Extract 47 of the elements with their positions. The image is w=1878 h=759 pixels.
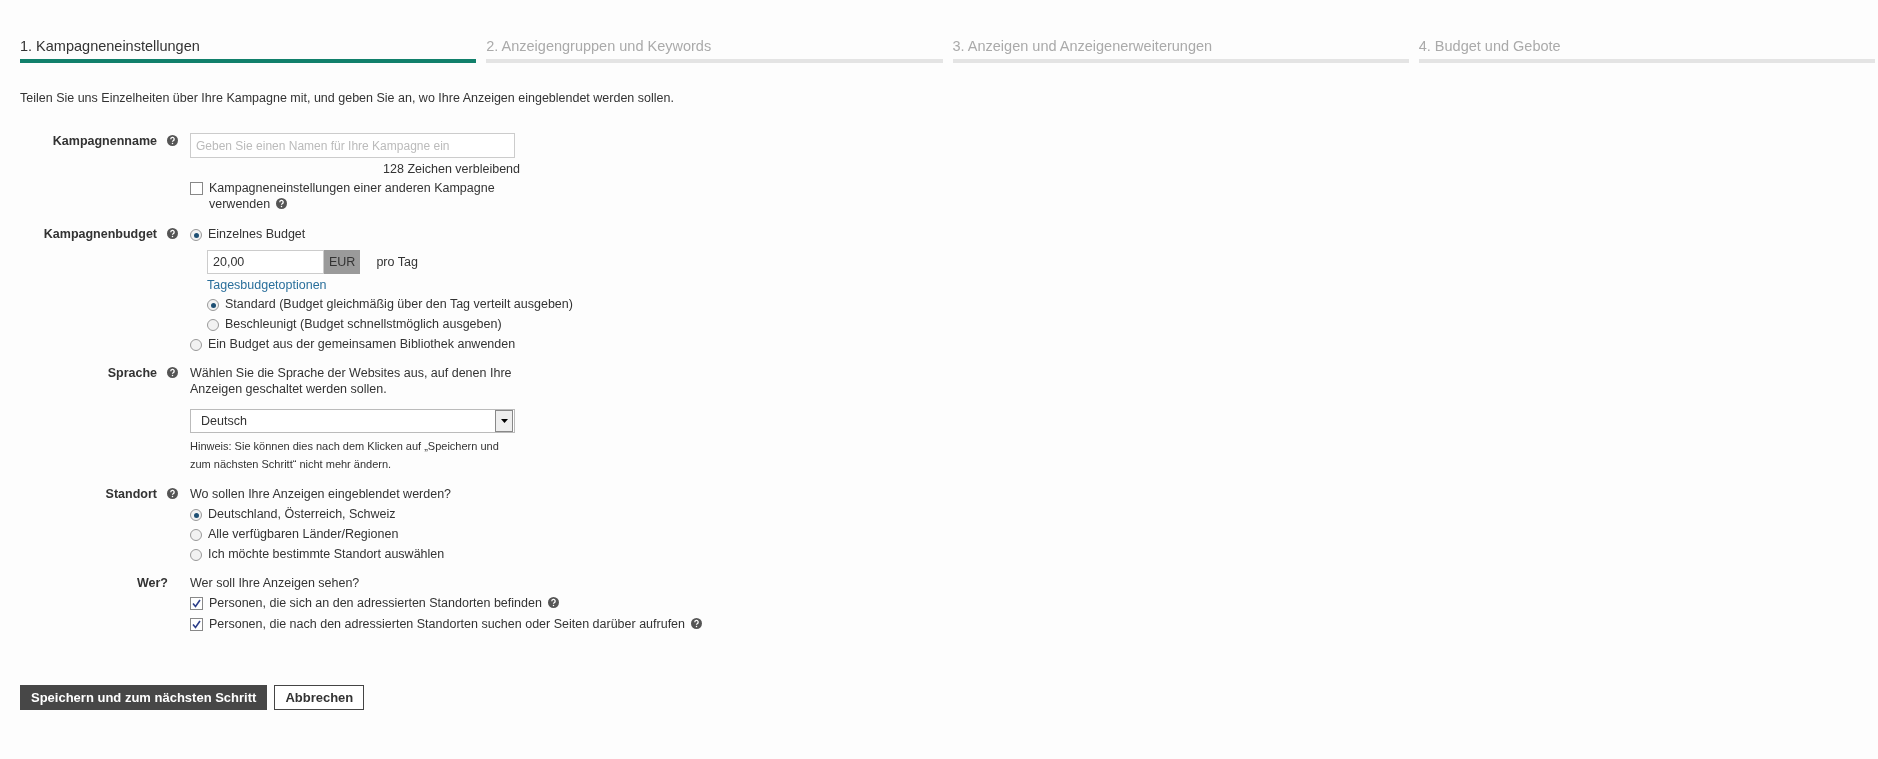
radio-button[interactable]: [207, 299, 219, 311]
field-label: Sprache: [107, 365, 157, 381]
checkbox-label: Personen, die nach den adressierten Standorten suchen oder Seiten darüber aufrufen: [209, 616, 703, 633]
question-text: Wer soll Ihre Anzeigen sehen?: [190, 575, 360, 591]
radio-label: Alle verfügbaren Länder/Regionen: [208, 526, 399, 542]
checkbox-label: Kampagneneinstellungen einer anderen Kampagne verwenden: [209, 180, 496, 213]
currency-label: EUR: [324, 250, 361, 274]
budget-input[interactable]: 20,00: [207, 250, 324, 274]
radio-label: Standard (Budget gleichmäßig über den Tag verteilt ausgeben): [225, 296, 573, 312]
help-icon[interactable]: [167, 488, 178, 499]
radio-button[interactable]: [190, 229, 202, 241]
checkbox[interactable]: [190, 597, 203, 610]
language-dropdown[interactable]: Deutsch: [190, 409, 515, 433]
checkbox[interactable]: [190, 182, 203, 195]
question-text: Wo sollen Ihre Anzeigen eingeblendet werden?: [190, 486, 452, 502]
field-label: Standort: [105, 486, 157, 502]
step-tab[interactable]: 1. Kampagneneinstellungen: [20, 36, 477, 63]
question-text: Wählen Sie die Sprache der Websites aus, auf denen Ihre Anzeigen geschaltet werden sollen.: [190, 365, 513, 397]
cancel-button[interactable]: Abbrechen: [274, 685, 365, 710]
per-day-text: pro Tag: [376, 254, 418, 270]
radio-label: Ich möchte bestimmte Standort auswählen: [208, 546, 445, 562]
help-icon[interactable]: [547, 597, 559, 608]
radio-button[interactable]: [190, 509, 202, 521]
radio-button[interactable]: [190, 549, 202, 561]
help-icon[interactable]: [167, 135, 178, 146]
character-counter: 128 Zeichen verbleibend: [383, 162, 520, 176]
radio-button[interactable]: [207, 319, 219, 331]
campaign-name-input[interactable]: Geben Sie einen Namen für Ihre Kampagne ein: [190, 133, 515, 158]
help-icon[interactable]: [167, 367, 178, 378]
checkbox[interactable]: [190, 618, 203, 631]
field-label: Kampagnenname: [52, 133, 157, 149]
radio-button[interactable]: [190, 529, 202, 541]
field-label: Wer?: [136, 575, 168, 591]
radio-label: Beschleunigt (Budget schnellstmöglich ausgeben): [225, 316, 502, 332]
help-icon[interactable]: [167, 228, 178, 239]
hint-text: Hinweis: Sie können dies nach dem Klicken auf „Speichern und zum nächsten Schritt“ nicht mehr ändern.: [190, 439, 500, 472]
radio-label: Ein Budget aus der gemeinsamen Bibliothek anwenden: [208, 336, 516, 352]
field-label: Kampagnenbudget: [43, 226, 157, 242]
help-icon[interactable]: [691, 618, 703, 629]
save-button[interactable]: Speichern und zum nächsten Schritt: [20, 685, 268, 710]
radio-label: Einzelnes Budget: [208, 226, 306, 242]
daily-budget-options-link[interactable]: Tagesbudgetoptionen: [207, 278, 327, 292]
checkbox-label: Personen, die sich an den adressierten Standorten befinden: [209, 595, 559, 612]
help-icon[interactable]: [276, 198, 288, 209]
radio-button[interactable]: [190, 339, 202, 351]
intro-text: Teilen Sie uns Einzelheiten über Ihre Kampagne mit, und geben Sie an, wo Ihre Anzeigen eingeblendet werden sollen.: [20, 91, 675, 105]
radio-label: Deutschland, Österreich, Schweiz: [208, 506, 396, 522]
